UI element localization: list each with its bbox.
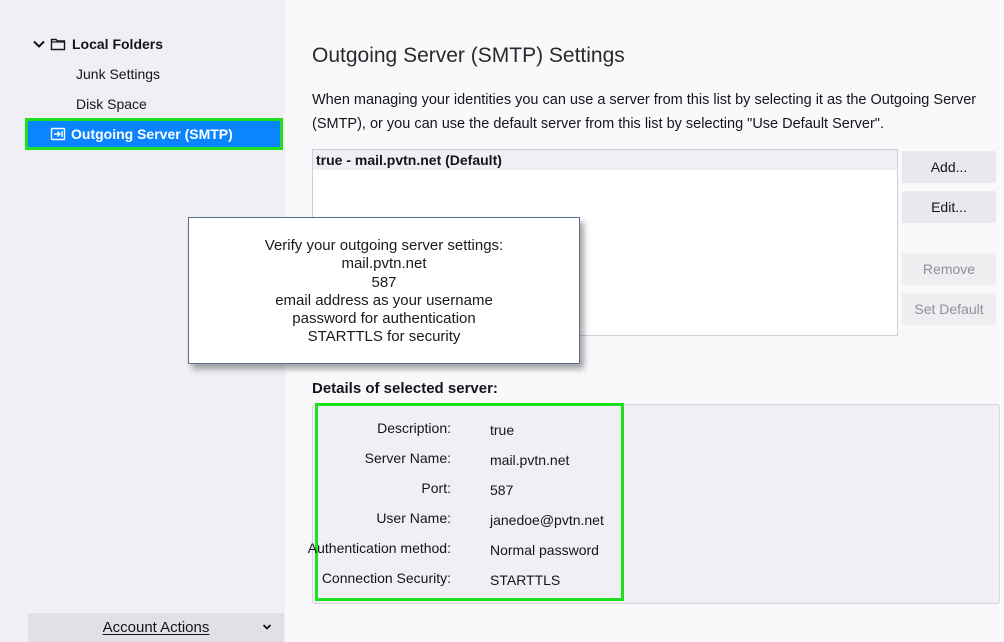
set-default-button[interactable]: Set Default (902, 293, 996, 325)
port-value: 587 (490, 482, 514, 498)
connection-security-label: Connection Security: (321, 570, 451, 586)
edit-button[interactable]: Edit... (902, 191, 996, 223)
server-list-item[interactable]: true - mail.pvtn.net (Default) (313, 150, 897, 170)
user-name-label: User Name: (376, 510, 451, 526)
auth-method-value: Normal password (490, 542, 599, 558)
server-name-label: Server Name: (364, 450, 451, 466)
server-name-value: mail.pvtn.net (490, 452, 570, 468)
details-heading: Details of selected server: (312, 380, 498, 397)
callout-line: STARTTLS for security (307, 328, 461, 346)
connection-security-value: STARTTLS (490, 572, 561, 588)
remove-button[interactable]: Remove (902, 253, 996, 285)
page-description: When managing your identities you can us… (312, 92, 977, 132)
outgoing-server-icon (50, 127, 66, 141)
callout-line: Verify your outgoing server settings: (264, 237, 504, 254)
callout-line: mail.pvtn.net (341, 255, 427, 273)
description-label: Description: (377, 420, 451, 436)
auth-method-label: Authentication method: (307, 540, 451, 556)
description-value: true (490, 422, 515, 438)
chevron-down-icon[interactable] (32, 37, 46, 51)
folder-icon (50, 38, 66, 51)
add-button[interactable]: Add... (902, 151, 996, 183)
sidebar-item-disk-space[interactable]: Disk Space (76, 91, 276, 117)
local-folders-label: Local Folders (72, 36, 164, 52)
sidebar-item-label: Junk Settings (76, 66, 161, 82)
sidebar-item-label: Disk Space (76, 96, 147, 112)
instruction-callout: Verify your outgoing server settings: ma… (188, 217, 580, 364)
chevron-down-icon (262, 624, 272, 630)
sidebar-item-outgoing-server[interactable]: Outgoing Server (SMTP) (25, 118, 283, 150)
page-title: Outgoing Server (SMTP) Settings (312, 44, 625, 67)
account-actions-button[interactable]: Account Actions (28, 613, 284, 642)
sidebar-item-label: Outgoing Server (SMTP) (71, 126, 233, 142)
callout-line: email address as your username (275, 291, 493, 309)
callout-line: password for authentication (292, 310, 476, 328)
callout-line: 587 (371, 273, 397, 291)
user-name-value: janedoe@pvtn.net (490, 512, 604, 528)
local-folders-item[interactable]: Local Folders (32, 31, 282, 57)
sidebar-item-junk-settings[interactable]: Junk Settings (76, 61, 276, 87)
port-label: Port: (421, 480, 451, 496)
account-actions-label: Account Actions (102, 619, 210, 636)
